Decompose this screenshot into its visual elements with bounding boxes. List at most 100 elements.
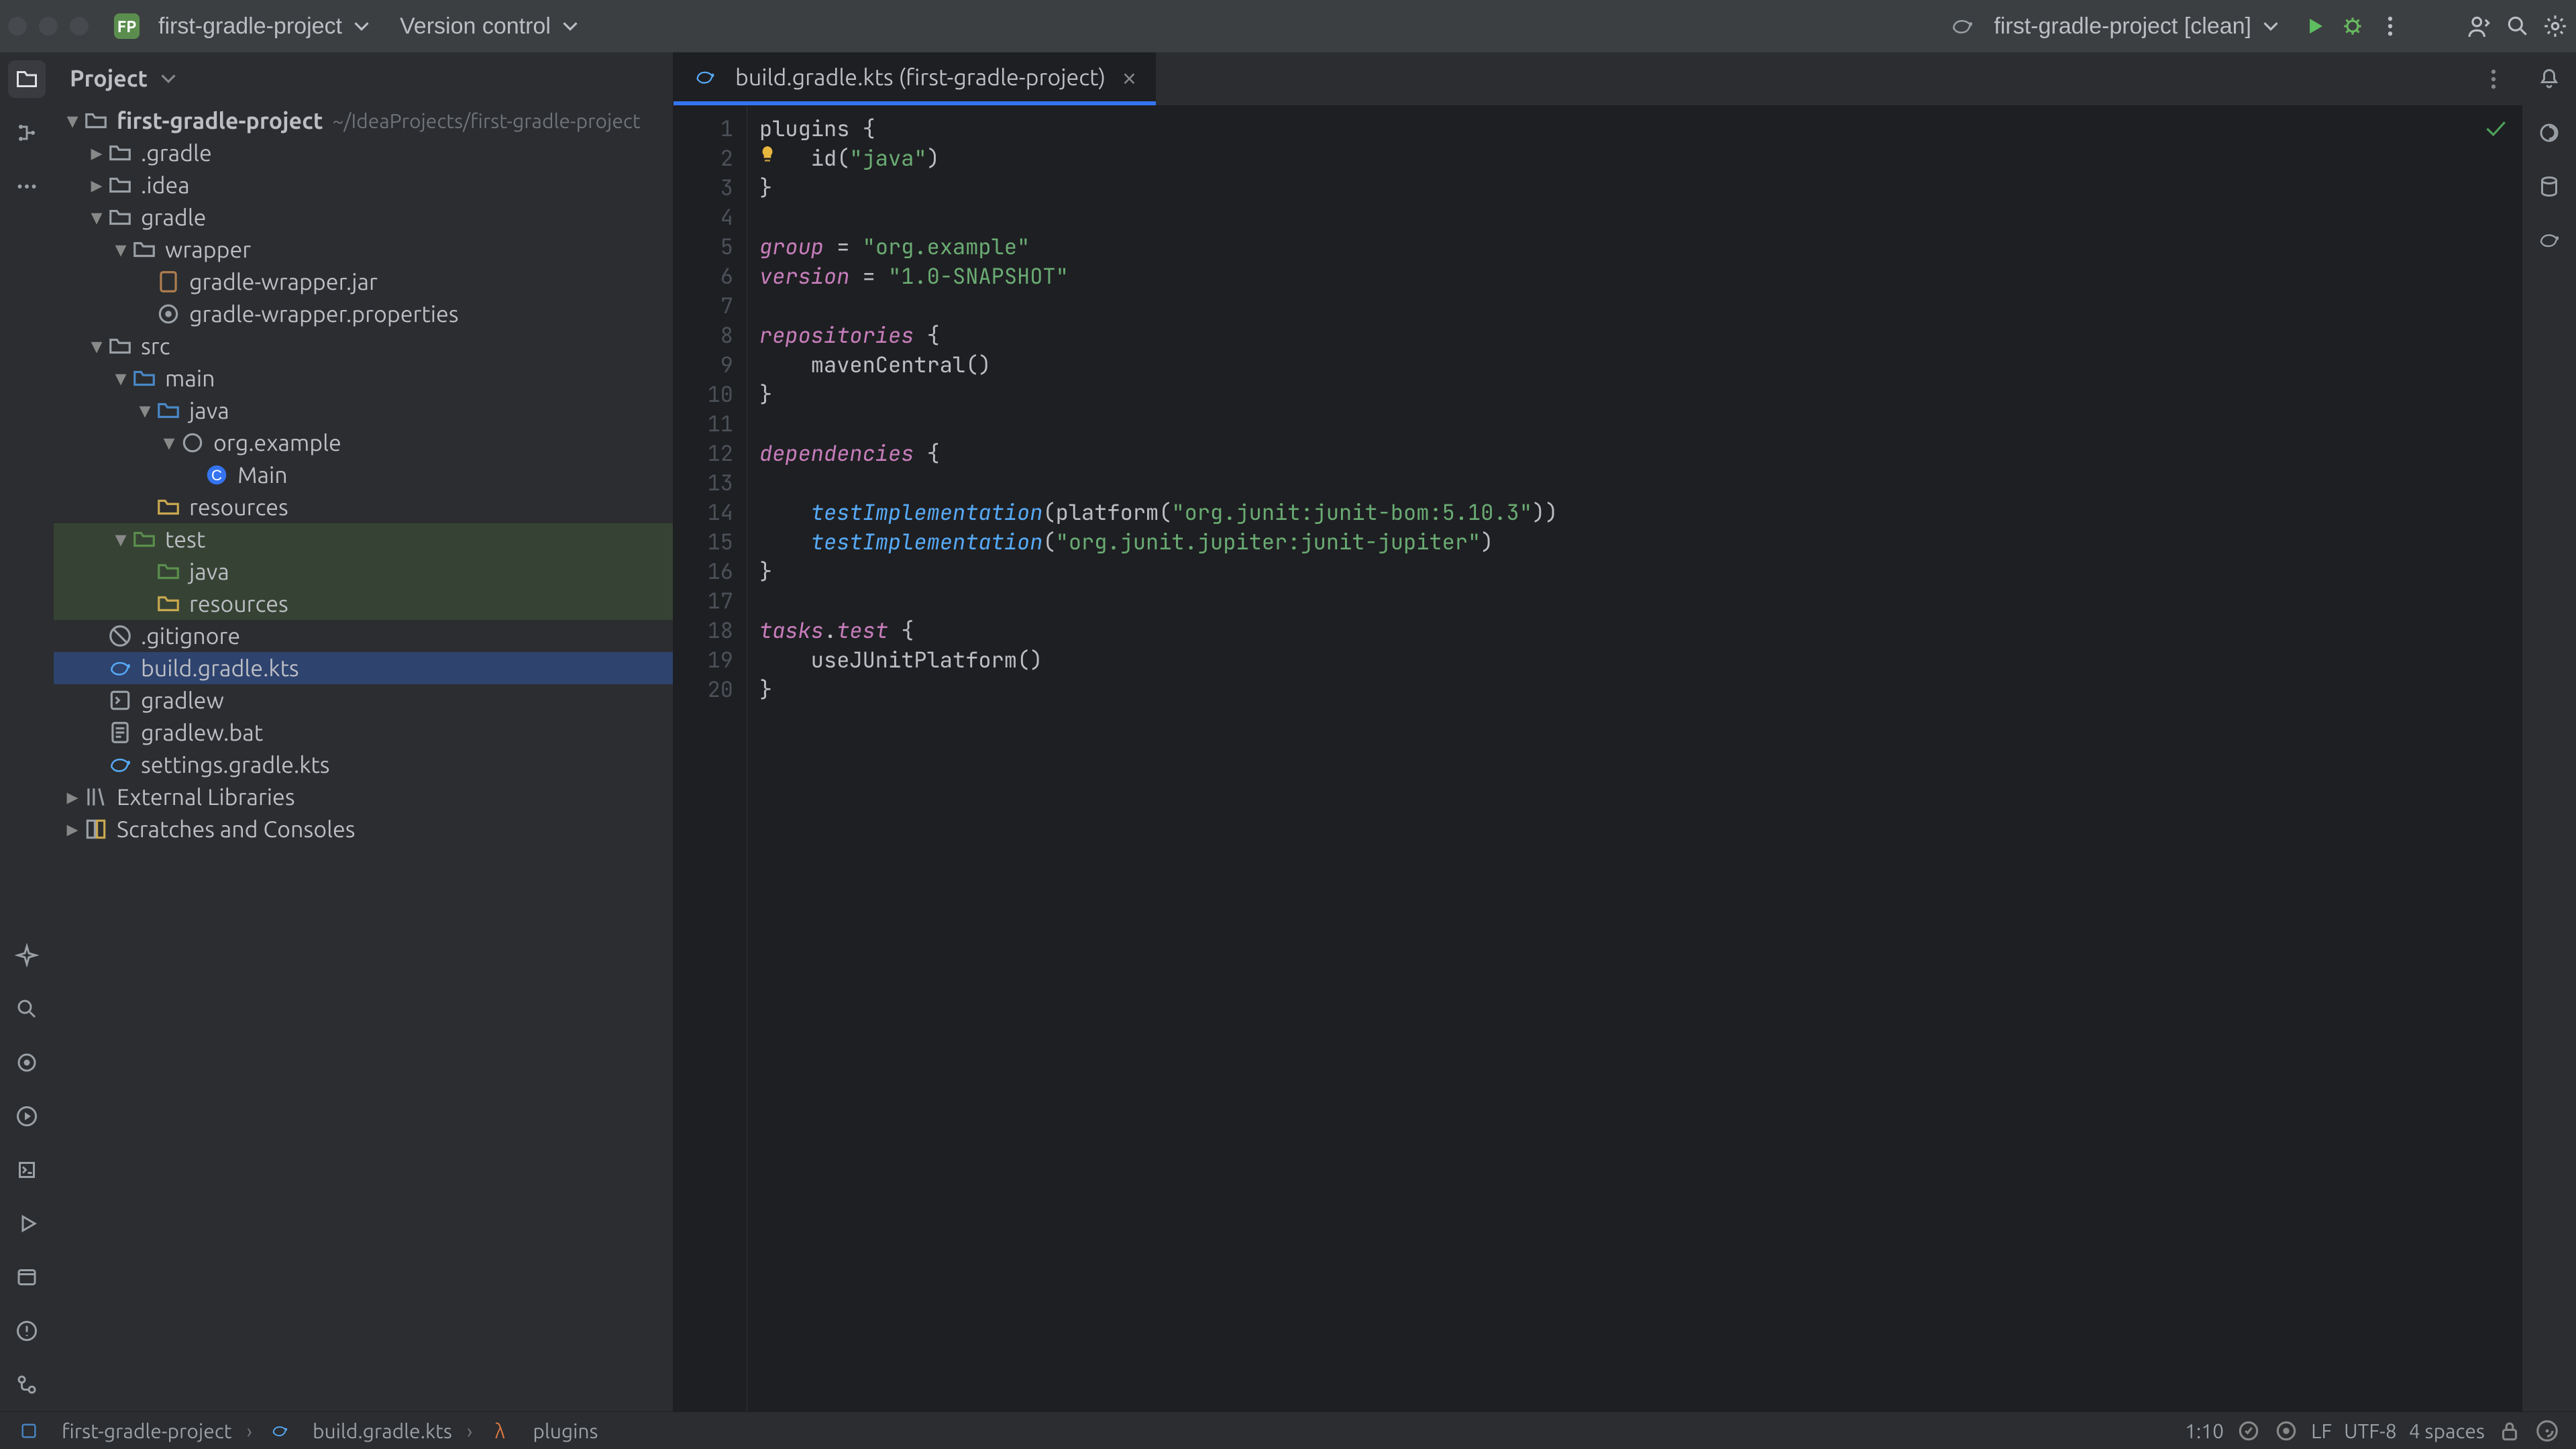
tree-item[interactable]: ▾ main bbox=[54, 362, 673, 394]
class-icon: C bbox=[204, 462, 229, 488]
caret-position[interactable]: 1:10 bbox=[2185, 1419, 2224, 1442]
services-toolwindow-button[interactable] bbox=[8, 936, 46, 974]
tree-item-selected[interactable]: build.gradle.kts bbox=[54, 652, 673, 684]
folder-icon bbox=[131, 237, 157, 262]
tree-item[interactable]: resources bbox=[54, 588, 673, 620]
chevron-down-icon: ▾ bbox=[110, 365, 131, 392]
tree-item[interactable]: resources bbox=[54, 491, 673, 523]
tree-item[interactable]: gradlew.bat bbox=[54, 716, 673, 749]
tree-item[interactable]: settings.gradle.kts bbox=[54, 749, 673, 781]
project-panel: Project ▾ first-gradle-project ~/IdeaPro… bbox=[54, 52, 674, 1411]
tree-label: gradle bbox=[141, 205, 206, 230]
main-toolbar: FP first-gradle-project Version control … bbox=[0, 0, 2576, 52]
indent-settings[interactable]: 4 spaces bbox=[2409, 1419, 2485, 1442]
search-icon[interactable] bbox=[2505, 13, 2530, 39]
tree-item[interactable]: ▸ .gradle bbox=[54, 137, 673, 169]
analysis-ok-icon[interactable]: ✓ bbox=[2485, 111, 2506, 144]
tree-item[interactable]: ▾ src bbox=[54, 330, 673, 362]
more-toolwindows-button[interactable] bbox=[8, 168, 46, 205]
project-tree[interactable]: ▾ first-gradle-project ~/IdeaProjects/fi… bbox=[54, 105, 673, 1411]
library-icon bbox=[83, 784, 109, 810]
project-selector[interactable]: first-gradle-project bbox=[152, 9, 381, 44]
notifications-toolwindow-button[interactable] bbox=[2530, 60, 2568, 98]
chevron-down-icon: ▾ bbox=[158, 429, 180, 456]
line-separator-icon[interactable] bbox=[2236, 1418, 2261, 1444]
close-icon[interactable]: × bbox=[1122, 62, 1137, 92]
editor-body[interactable]: 1234567891011121314151617181920 ✓ plugin… bbox=[674, 106, 2522, 1411]
tree-item[interactable]: gradle-wrapper.jar bbox=[54, 266, 673, 298]
find-toolwindow-button[interactable] bbox=[8, 990, 46, 1028]
more-vertical-icon[interactable] bbox=[2377, 13, 2403, 39]
chevron-right-icon: ▸ bbox=[86, 140, 107, 166]
run-toolwindow-button[interactable] bbox=[8, 1097, 46, 1135]
power-save-icon[interactable] bbox=[2273, 1418, 2299, 1444]
chevron-down-icon[interactable] bbox=[156, 66, 181, 91]
tree-label: main bbox=[165, 366, 215, 391]
version-control-button[interactable]: Version control bbox=[393, 9, 590, 44]
module-icon bbox=[16, 1418, 42, 1444]
tree-root[interactable]: ▾ first-gradle-project ~/IdeaProjects/fi… bbox=[54, 105, 673, 137]
tree-item[interactable]: gradlew bbox=[54, 684, 673, 716]
tree-item[interactable]: ▸ .idea bbox=[54, 169, 673, 201]
tree-label: settings.gradle.kts bbox=[141, 752, 330, 777]
structure-toolwindow-button[interactable] bbox=[8, 114, 46, 152]
window-zoom-icon[interactable] bbox=[70, 17, 89, 36]
tree-label: .gitignore bbox=[141, 623, 240, 649]
project-panel-title: Project bbox=[70, 66, 148, 91]
tree-item[interactable]: ▸ Scratches and Consoles bbox=[54, 813, 673, 845]
package-icon bbox=[180, 430, 205, 455]
code-area[interactable]: plugins { id("java") } group = "org.exam… bbox=[747, 106, 2522, 1411]
tree-label: gradlew.bat bbox=[141, 720, 263, 745]
tree-item[interactable]: ▾ gradle bbox=[54, 201, 673, 233]
chevron-down-icon bbox=[349, 13, 374, 39]
line-ending[interactable]: LF bbox=[2311, 1419, 2332, 1442]
messages-toolwindow-button[interactable] bbox=[8, 1258, 46, 1296]
chevron-down-icon bbox=[557, 13, 583, 39]
inspection-profile-icon[interactable] bbox=[2534, 1418, 2560, 1444]
file-encoding[interactable]: UTF-8 bbox=[2344, 1419, 2397, 1442]
run-config-selector[interactable]: first-gradle-project [clean] bbox=[1987, 9, 2290, 44]
chevron-right-icon: ▸ bbox=[86, 172, 107, 199]
vcs-toolwindow-button[interactable] bbox=[8, 1366, 46, 1403]
project-panel-header: Project bbox=[54, 52, 673, 105]
tree-item-test[interactable]: ▾ test bbox=[54, 523, 673, 555]
breadcrumb-item[interactable]: first-gradle-project bbox=[62, 1419, 232, 1442]
run-icon[interactable] bbox=[2302, 13, 2328, 39]
tree-item[interactable]: .gitignore bbox=[54, 620, 673, 652]
window-close-icon[interactable] bbox=[8, 17, 27, 36]
gradle-toolwindow-button[interactable] bbox=[2530, 221, 2568, 259]
problems-toolwindow-button[interactable] bbox=[8, 1312, 46, 1350]
dependencies-toolwindow-button[interactable] bbox=[8, 1044, 46, 1081]
tree-label: java bbox=[189, 559, 229, 584]
chevron-down-icon bbox=[2258, 13, 2284, 39]
database-toolwindow-button[interactable] bbox=[2530, 168, 2568, 205]
tree-item[interactable]: gradle-wrapper.properties bbox=[54, 298, 673, 330]
tree-item[interactable]: ▾ java bbox=[54, 394, 673, 427]
ai-toolwindow-button[interactable] bbox=[2530, 114, 2568, 152]
tree-label: org.example bbox=[213, 430, 341, 455]
breadcrumb-item[interactable]: build.gradle.kts bbox=[313, 1419, 452, 1442]
status-bar: first-gradle-project › build.gradle.kts … bbox=[0, 1411, 2576, 1449]
tree-item[interactable]: C Main bbox=[54, 459, 673, 491]
window-minimize-icon[interactable] bbox=[39, 17, 58, 36]
collaborate-icon[interactable] bbox=[2467, 13, 2493, 39]
window-controls bbox=[8, 17, 89, 36]
build-toolwindow-button[interactable] bbox=[8, 1205, 46, 1242]
intention-bulb-icon[interactable] bbox=[757, 144, 778, 165]
tree-item[interactable]: ▾ wrapper bbox=[54, 233, 673, 266]
readonly-lock-icon[interactable] bbox=[2497, 1418, 2522, 1444]
chevron-down-icon: ▾ bbox=[110, 236, 131, 263]
tree-item[interactable]: ▸ External Libraries bbox=[54, 781, 673, 813]
project-toolwindow-button[interactable] bbox=[8, 60, 46, 98]
chevron-down-icon: ▾ bbox=[134, 397, 156, 424]
editor-tab-active[interactable]: build.gradle.kts (first-gradle-project) … bbox=[674, 52, 1156, 105]
terminal-toolwindow-button[interactable] bbox=[8, 1151, 46, 1189]
debug-icon[interactable] bbox=[2340, 13, 2365, 39]
breadcrumb-item[interactable]: plugins bbox=[533, 1419, 598, 1442]
tree-item[interactable]: ▾ org.example bbox=[54, 427, 673, 459]
chevron-down-icon: ▾ bbox=[86, 333, 107, 360]
more-vertical-icon[interactable] bbox=[2481, 66, 2506, 92]
chevron-right-icon: ▸ bbox=[62, 784, 83, 810]
tree-item[interactable]: java bbox=[54, 555, 673, 588]
settings-gear-icon[interactable] bbox=[2542, 13, 2568, 39]
